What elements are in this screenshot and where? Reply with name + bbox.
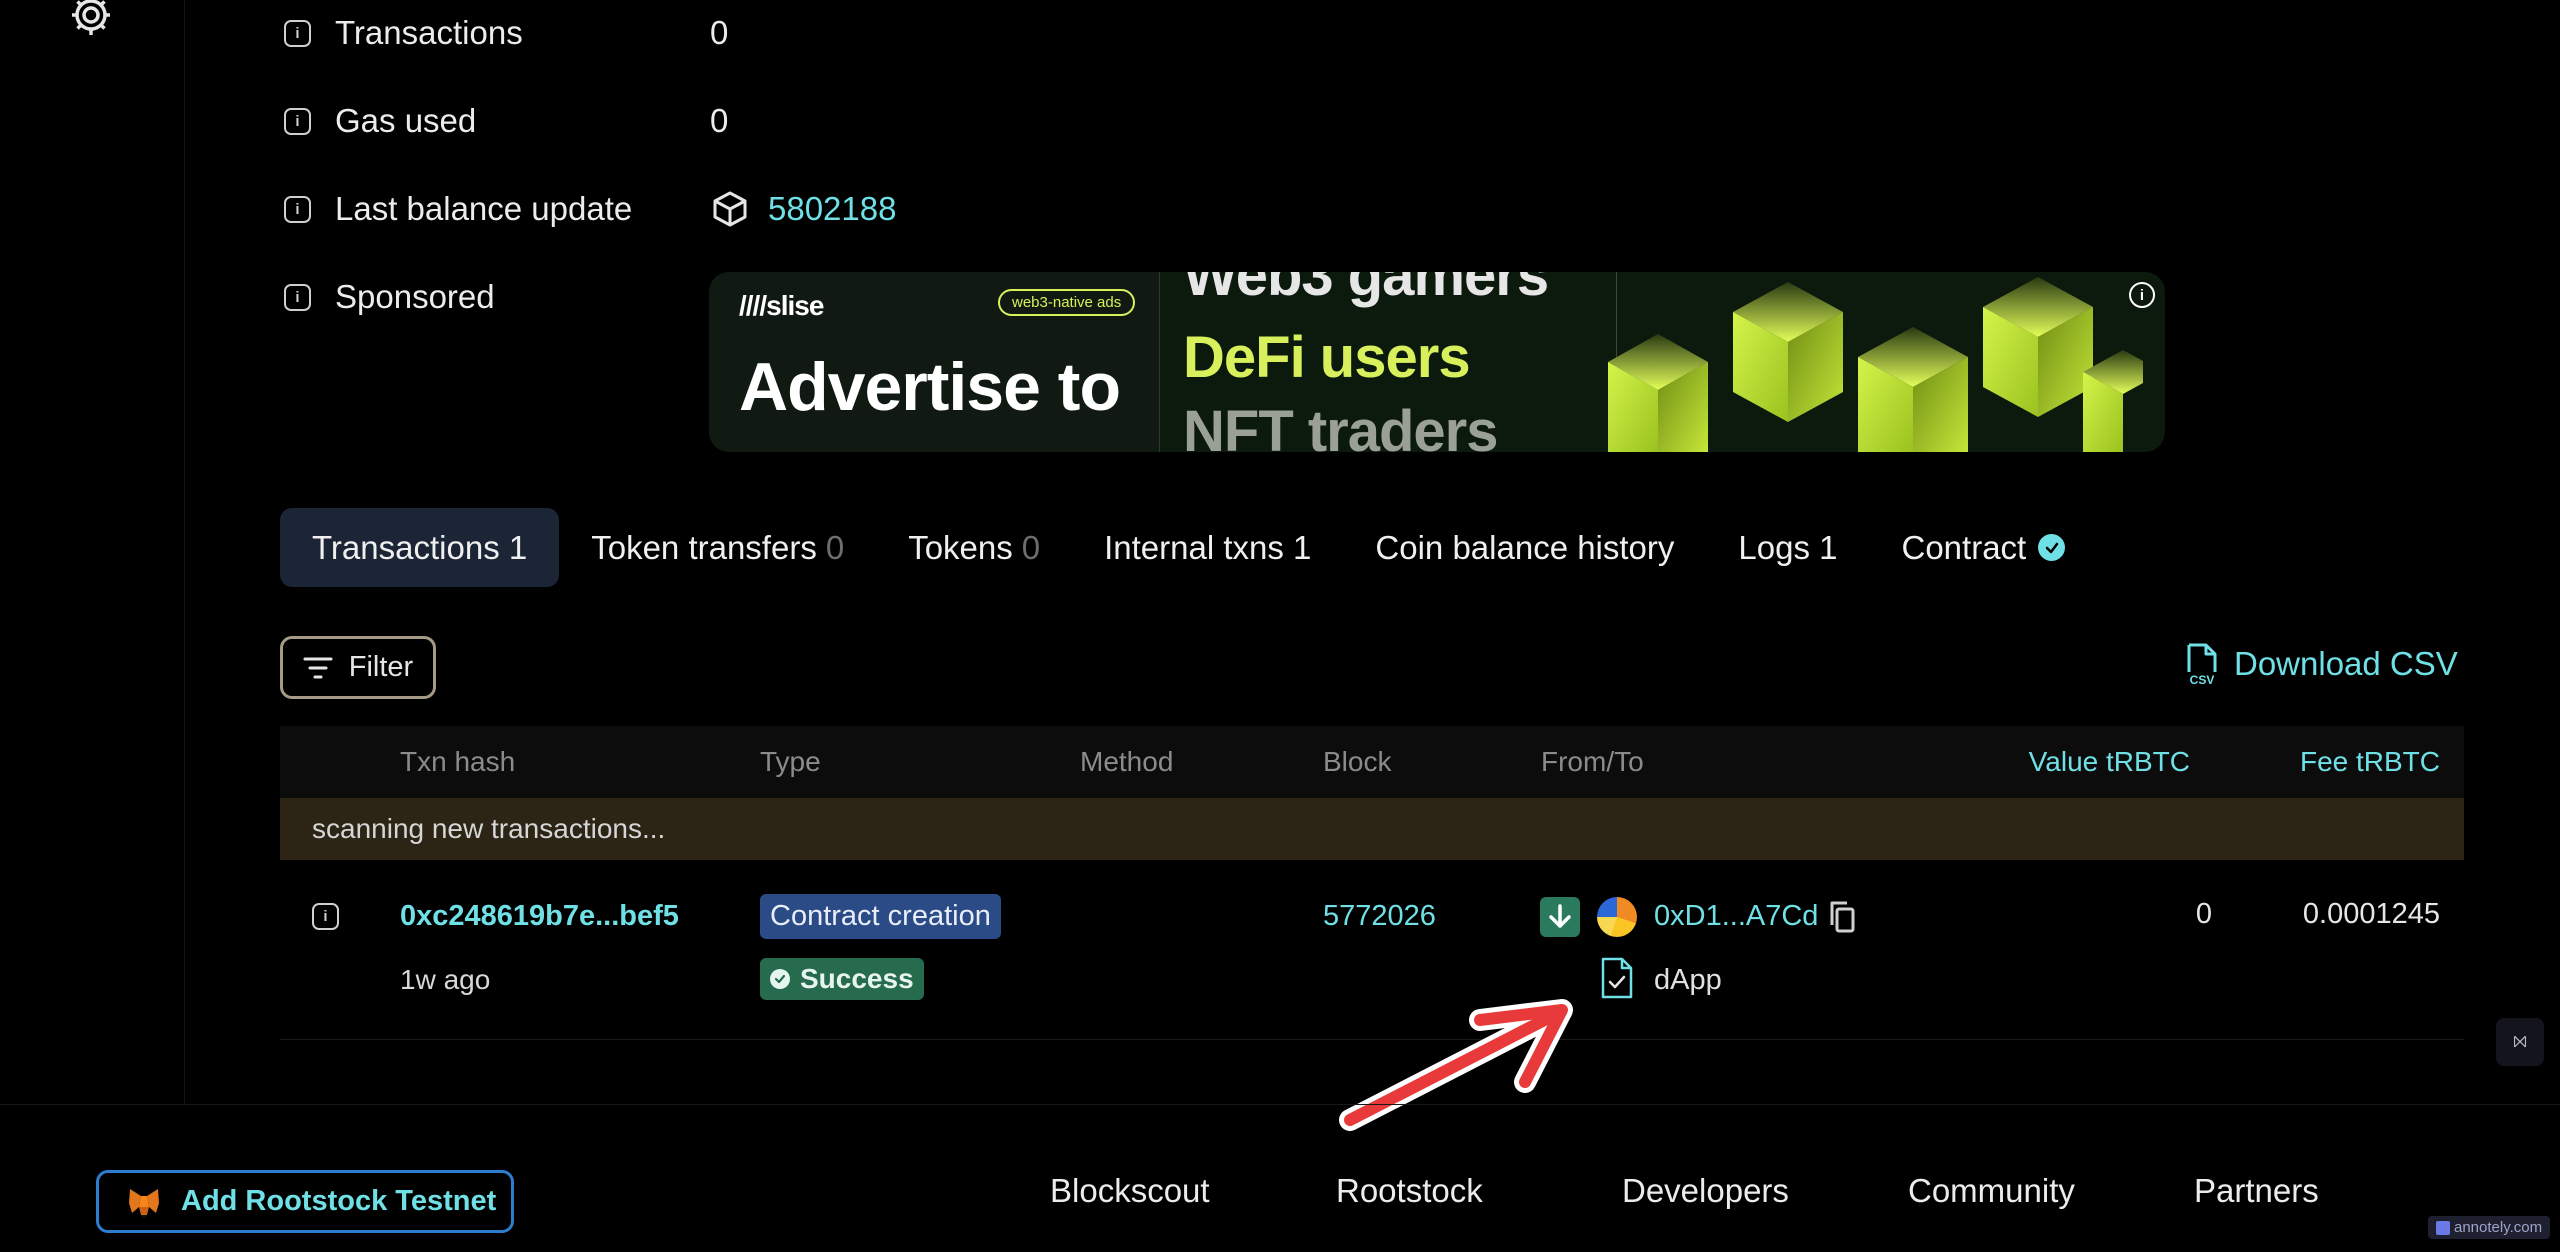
status-badge: Success: [760, 958, 924, 1000]
tab-label: Transactions: [312, 528, 500, 566]
slise-logo: ////slise: [739, 290, 824, 321]
banner-audience-line: NFT traders: [1183, 399, 1499, 452]
csv-file-icon: CSV: [2187, 643, 2217, 686]
footer-link-rootstock[interactable]: Rootstock: [1336, 1172, 1483, 1210]
download-csv-button[interactable]: CSV Download CSV: [2186, 642, 2458, 686]
address-link[interactable]: 0xD1...A7Cd: [1654, 900, 1818, 933]
check-circle-icon: [770, 969, 790, 989]
type-badge: Contract creation: [760, 894, 1001, 939]
header-from-to: From/To: [1541, 746, 1644, 777]
settings-gear-icon[interactable]: [66, 0, 116, 40]
block-cube-icon: [713, 191, 747, 227]
tab-tokens[interactable]: Tokens 0: [876, 508, 1072, 587]
detail-gas-used: i Gas used 0: [284, 102, 728, 140]
banner-audience-line: Web3 gamers: [1183, 272, 1549, 308]
tab-token-transfers[interactable]: Token transfers 0: [559, 508, 876, 587]
footer-link-community[interactable]: Community: [1908, 1172, 2075, 1210]
header-method: Method: [1080, 746, 1174, 777]
tab-label: Tokens: [908, 528, 1013, 566]
download-csv-label: Download CSV: [2234, 645, 2458, 682]
info-icon[interactable]: i: [312, 903, 339, 930]
footer-link-blockscout[interactable]: Blockscout: [1050, 1172, 1210, 1210]
tab-label: Contract: [1901, 528, 2027, 566]
tab-count: 0: [825, 528, 845, 566]
txn-hash-link[interactable]: 0xc248619b7e...bef5: [400, 900, 679, 933]
header-fee[interactable]: Fee tRBTC: [2300, 746, 2440, 778]
tab-count: 1: [508, 528, 528, 566]
add-network-label: Add Rootstock Testnet: [181, 1185, 497, 1217]
contract-name[interactable]: dApp: [1654, 964, 1722, 997]
tab-label: Internal txns: [1104, 528, 1284, 566]
footer-link-partners[interactable]: Partners: [2194, 1172, 2319, 1210]
info-icon[interactable]: i: [284, 283, 311, 311]
header-txn-hash: Txn hash: [400, 746, 516, 777]
scanning-banner[interactable]: scanning new transactions...: [280, 798, 2464, 860]
tab-transactions[interactable]: Transactions 1: [280, 508, 560, 587]
banner-divider: [1159, 272, 1160, 452]
detail-label: Gas used: [335, 102, 477, 139]
header-value[interactable]: Value tRBTC: [2029, 746, 2190, 778]
filter-icon: [303, 657, 333, 678]
detail-sponsored: i Sponsored: [284, 278, 495, 316]
header-type: Type: [760, 746, 821, 777]
banner-audience-line: DeFi users: [1183, 325, 1471, 390]
annotely-logo-icon: [2436, 1220, 2450, 1235]
txn-value: 0: [2195, 898, 2212, 930]
detail-transactions: i Transactions 0: [284, 14, 728, 52]
detail-value: 5802188: [710, 189, 896, 229]
dev-tools-widget[interactable]: ⨝: [2496, 1018, 2544, 1066]
detail-label: Transactions: [335, 14, 523, 51]
csv-icon-text: CSV: [2190, 673, 2215, 686]
tab-coin-balance-history[interactable]: Coin balance history: [1343, 508, 1706, 587]
sponsored-banner[interactable]: ////slise web3-native ads Advertise to W…: [709, 272, 2165, 452]
detail-value: 0: [710, 102, 729, 139]
tab-bar: Transactions 1 Token transfers 0 Tokens 0 …: [280, 508, 2097, 587]
txn-fee: 0.0001245: [2302, 898, 2440, 930]
info-icon[interactable]: i: [284, 19, 311, 47]
tab-label: Coin balance history: [1375, 528, 1675, 566]
header-block: Block: [1323, 746, 1392, 777]
watermark: annotely.com: [2428, 1216, 2551, 1239]
address-avatar: [1597, 897, 1637, 937]
footer-divider: [0, 1104, 2560, 1105]
info-icon[interactable]: i: [284, 107, 311, 135]
tab-contract[interactable]: Contract: [1870, 508, 2098, 587]
footer-link-developers[interactable]: Developers: [1622, 1172, 1789, 1210]
tab-label: Logs: [1738, 528, 1810, 566]
tab-internal-txns[interactable]: Internal txns 1: [1072, 508, 1343, 587]
slise-tag: web3-native ads: [998, 289, 1136, 316]
status-label: Success: [800, 963, 914, 994]
verified-check-icon: [2038, 534, 2066, 561]
banner-headline: Advertise to: [739, 349, 1121, 425]
banner-left-panel: ////slise web3-native ads Advertise to: [709, 272, 1159, 452]
tab-count: 1: [1819, 528, 1838, 566]
detail-label: Sponsored: [335, 278, 495, 315]
filter-label: Filter: [348, 651, 414, 683]
copy-icon[interactable]: [1828, 900, 1856, 934]
detail-value: 0: [710, 14, 729, 51]
metamask-fox-icon: [129, 1188, 159, 1218]
detail-label: Last balance update: [335, 190, 633, 227]
txn-age: 1w ago: [400, 964, 491, 995]
detail-last-balance-update: i Last balance update 5802188: [284, 190, 896, 228]
tab-logs[interactable]: Logs 1: [1706, 508, 1869, 587]
add-network-button[interactable]: Add Rootstock Testnet: [96, 1170, 514, 1233]
info-icon[interactable]: i: [284, 195, 311, 223]
tab-count: 1: [1293, 528, 1312, 566]
tab-count: 0: [1021, 528, 1041, 566]
annotation-arrow-icon: [1339, 999, 1573, 1131]
ad-info-icon[interactable]: i: [2129, 282, 2155, 308]
sidebar-divider: [184, 0, 185, 1104]
banner-cubes-graphic: [1608, 277, 2143, 452]
block-link[interactable]: 5802188: [768, 190, 896, 228]
filter-button[interactable]: Filter: [280, 636, 436, 699]
tab-label: Token transfers: [591, 528, 817, 566]
table-header: Txn hash Type Method Block From/To Value…: [280, 726, 2464, 798]
arrow-down-icon: [1540, 897, 1580, 937]
watermark-text: annotely.com: [2454, 1219, 2543, 1236]
block-link[interactable]: 5772026: [1323, 900, 1436, 933]
